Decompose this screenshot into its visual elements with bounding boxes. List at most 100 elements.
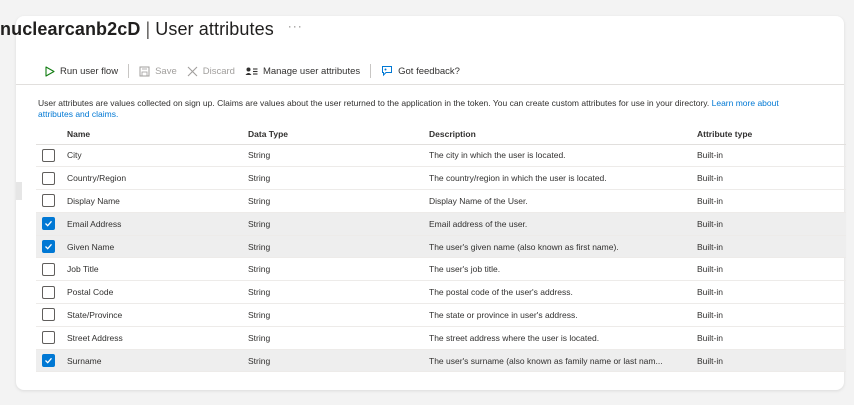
table-row[interactable]: City String The city in which the user is … (36, 144, 846, 168)
row-select-cell (36, 303, 67, 327)
cell-attribute-type: Built-in (697, 326, 846, 350)
cell-name: City (67, 144, 248, 168)
cell-description: The country/region in which the user is … (429, 166, 697, 191)
cell-name: Email Address (67, 212, 248, 236)
cell-attribute-type: Built-in (697, 257, 846, 282)
page-title: nuclearcanb2cD | User attributes (0, 18, 274, 39)
toolbar-divider (128, 64, 130, 78)
checkmark-icon (45, 357, 52, 364)
cell-attribute-type: Built-in (697, 303, 846, 327)
checkmark-icon (45, 221, 52, 227)
row-checkbox[interactable] (42, 171, 55, 185)
cell-description: The user's surname (also known as family… (429, 349, 697, 373)
row-select-cell (36, 212, 67, 236)
page-header: nuclearcanb2cD | User attributes ··· (0, 16, 303, 42)
row-select-cell (36, 349, 67, 373)
got-feedback-button[interactable]: Got feedback? (381, 65, 460, 77)
cell-data-type: String (248, 166, 429, 191)
cell-description: The street address where the user is loc… (429, 326, 697, 350)
cell-description: The user's job title. (429, 257, 697, 282)
table-row[interactable]: Postal Code String The postal code of the … (36, 280, 846, 305)
info-text: User attributes are values collected on … (38, 98, 779, 119)
cell-data-type: String (248, 280, 429, 305)
cell-data-type: String (248, 212, 429, 236)
row-checkbox[interactable] (42, 148, 55, 162)
cell-name: State/Province (67, 303, 248, 327)
row-checkbox[interactable] (42, 285, 55, 299)
cell-attribute-type: Built-in (697, 189, 846, 213)
cell-data-type: String (248, 235, 429, 259)
column-header-attribute-type[interactable]: Attribute type (697, 124, 846, 145)
table-row[interactable]: Email Address String Email address of the … (36, 212, 846, 236)
table-row[interactable]: State/Province String The state or provinc… (36, 303, 846, 327)
manage-attributes-icon (245, 67, 258, 75)
row-select-cell (36, 189, 67, 213)
column-header-name[interactable]: Name (67, 124, 248, 145)
select-column-header (36, 124, 67, 145)
cell-description: Email address of the user. (429, 212, 697, 236)
cell-attribute-type: Built-in (697, 144, 846, 168)
cell-description: The user's given name (also known as fir… (429, 235, 697, 259)
row-select-cell (36, 326, 67, 350)
table-row[interactable]: Job Title String The user's job title. Buil… (36, 257, 846, 282)
table-row[interactable]: Street Address String The street address w… (36, 326, 846, 350)
row-checkbox[interactable] (42, 217, 55, 231)
table-row[interactable]: Surname String The user's surname (also kn… (36, 349, 846, 373)
cell-name: Surname (67, 349, 248, 373)
cell-attribute-type: Built-in (697, 235, 846, 259)
command-bar: Run user flow Save Discard Manage user a… (44, 62, 460, 80)
cell-name: Country/Region (67, 166, 248, 191)
toolbar-divider-line (16, 84, 844, 85)
cell-data-type: String (248, 189, 429, 213)
scroll-indicator (16, 182, 22, 200)
cell-description: The state or province in user's address. (429, 303, 697, 327)
discard-button[interactable]: Discard (187, 66, 235, 77)
run-user-flow-button[interactable]: Run user flow (44, 66, 118, 77)
cell-description: The city in which the user is located. (429, 144, 697, 168)
save-button[interactable]: Save (139, 66, 177, 77)
play-icon (45, 65, 55, 77)
row-checkbox[interactable] (42, 194, 55, 208)
row-select-cell (36, 257, 67, 282)
cell-attribute-type: Built-in (697, 280, 846, 305)
cell-data-type: String (248, 326, 429, 350)
tenant-name: nuclearcanb2cD (0, 18, 141, 39)
cell-name: Street Address (67, 326, 248, 350)
cell-name: Postal Code (67, 280, 248, 305)
row-checkbox[interactable] (42, 308, 55, 322)
page-title-text: User attributes (155, 18, 274, 39)
row-select-cell (36, 235, 67, 259)
cell-name: Job Title (67, 257, 248, 282)
table-row[interactable]: Country/Region String The country/region i… (36, 166, 846, 191)
cell-description: Display Name of the User. (429, 189, 697, 213)
row-select-cell (36, 166, 67, 191)
cell-attribute-type: Built-in (697, 166, 846, 191)
cell-attribute-type: Built-in (697, 212, 846, 236)
more-options-icon[interactable]: ··· (288, 19, 303, 33)
manage-user-attributes-button[interactable]: Manage user attributes (245, 66, 360, 77)
cell-data-type: String (248, 349, 429, 373)
cell-name: Given Name (67, 235, 248, 259)
table-row[interactable]: Display Name String Display Name of the Us… (36, 189, 846, 213)
cell-data-type: String (248, 144, 429, 168)
cell-name: Display Name (67, 189, 248, 213)
row-select-cell (36, 280, 67, 305)
checkmark-icon (45, 243, 52, 250)
cell-data-type: String (248, 257, 429, 282)
cell-data-type: String (248, 303, 429, 327)
row-checkbox[interactable] (42, 240, 55, 254)
toolbar-divider (370, 64, 372, 78)
save-icon (139, 66, 150, 76)
row-checkbox[interactable] (42, 331, 55, 345)
row-checkbox[interactable] (42, 262, 55, 276)
close-icon (187, 66, 198, 76)
feedback-icon (382, 66, 393, 77)
column-header-data-type[interactable]: Data Type (248, 124, 429, 145)
attributes-table: Name Data Type Description Attribute typ… (36, 124, 846, 373)
table-row[interactable]: Given Name String The user's given name (a… (36, 235, 846, 259)
row-checkbox[interactable] (42, 354, 55, 368)
column-header-description[interactable]: Description (429, 124, 697, 145)
table-header-row: Name Data Type Description Attribute typ… (36, 124, 846, 145)
cell-description: The postal code of the user's address. (429, 280, 697, 305)
cell-attribute-type: Built-in (697, 349, 846, 373)
